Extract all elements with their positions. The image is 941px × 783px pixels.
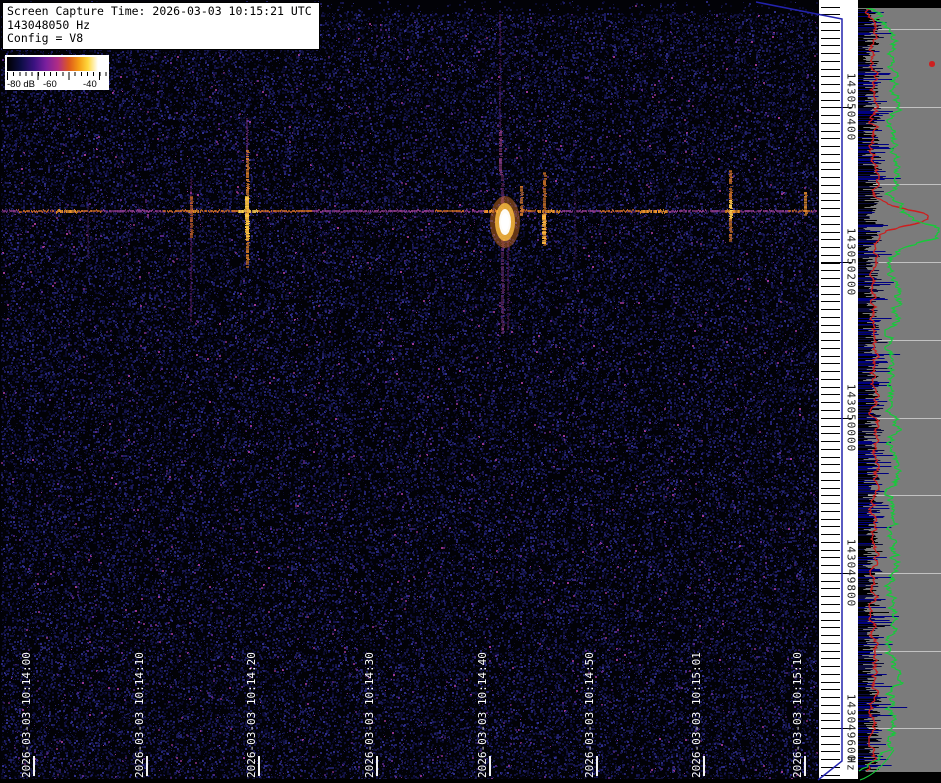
intensity-colorbar: -80 dB -60 -40: [5, 55, 109, 90]
time-axis-tick: [596, 756, 598, 776]
time-axis-label: 2026-03-03 10:15:01: [690, 652, 703, 778]
freq-axis-label: 143050200: [844, 227, 858, 297]
capture-time-text: Screen Capture Time: 2026-03-03 10:15:21…: [7, 4, 312, 18]
time-axis-tick: [703, 756, 705, 776]
time-axis-tick: [376, 756, 378, 776]
colorbar-label-mid: -60: [43, 79, 57, 90]
freq-axis-unit: Hz: [844, 756, 858, 772]
time-axis-label: 2026-03-03 10:14:10: [133, 652, 146, 778]
freq-axis-label: 143050400: [844, 72, 858, 142]
time-axis-label: 2026-03-03 10:14:20: [245, 652, 258, 778]
colorbar-gradient: [7, 57, 107, 71]
time-axis-label: 2026-03-03 10:14:40: [476, 652, 489, 778]
time-axis-label: 2026-03-03 10:14:50: [583, 652, 596, 778]
time-axis-label: 2026-03-03 10:15:10: [791, 652, 804, 778]
time-axis-tick: [258, 756, 260, 776]
time-axis-tick: [33, 756, 35, 776]
time-axis-tick: [146, 756, 148, 776]
time-axis-label: 2026-03-03 10:14:00: [20, 652, 33, 778]
time-axis-tick: [489, 756, 491, 776]
freq-axis-label: 143049800: [844, 538, 858, 608]
config-text: Config = V8: [7, 31, 84, 45]
colorbar-label-max: -40: [83, 79, 97, 90]
spectrum-panel: [858, 0, 941, 783]
time-axis-label: 2026-03-03 10:14:30: [363, 652, 376, 778]
time-axis-tick: [804, 756, 806, 776]
center-frequency-text: 143048050 Hz: [7, 17, 91, 32]
colorbar-label-min: -80 dB: [7, 79, 35, 90]
freq-axis-label: 143050000: [844, 383, 858, 453]
capture-info-box: Screen Capture Time: 2026-03-03 10:15:21…: [2, 2, 320, 50]
screen-capture-window: 143050400 143050200 143050000 143049800 1430…: [0, 0, 941, 783]
freq-axis-label: 143049600: [844, 693, 858, 763]
